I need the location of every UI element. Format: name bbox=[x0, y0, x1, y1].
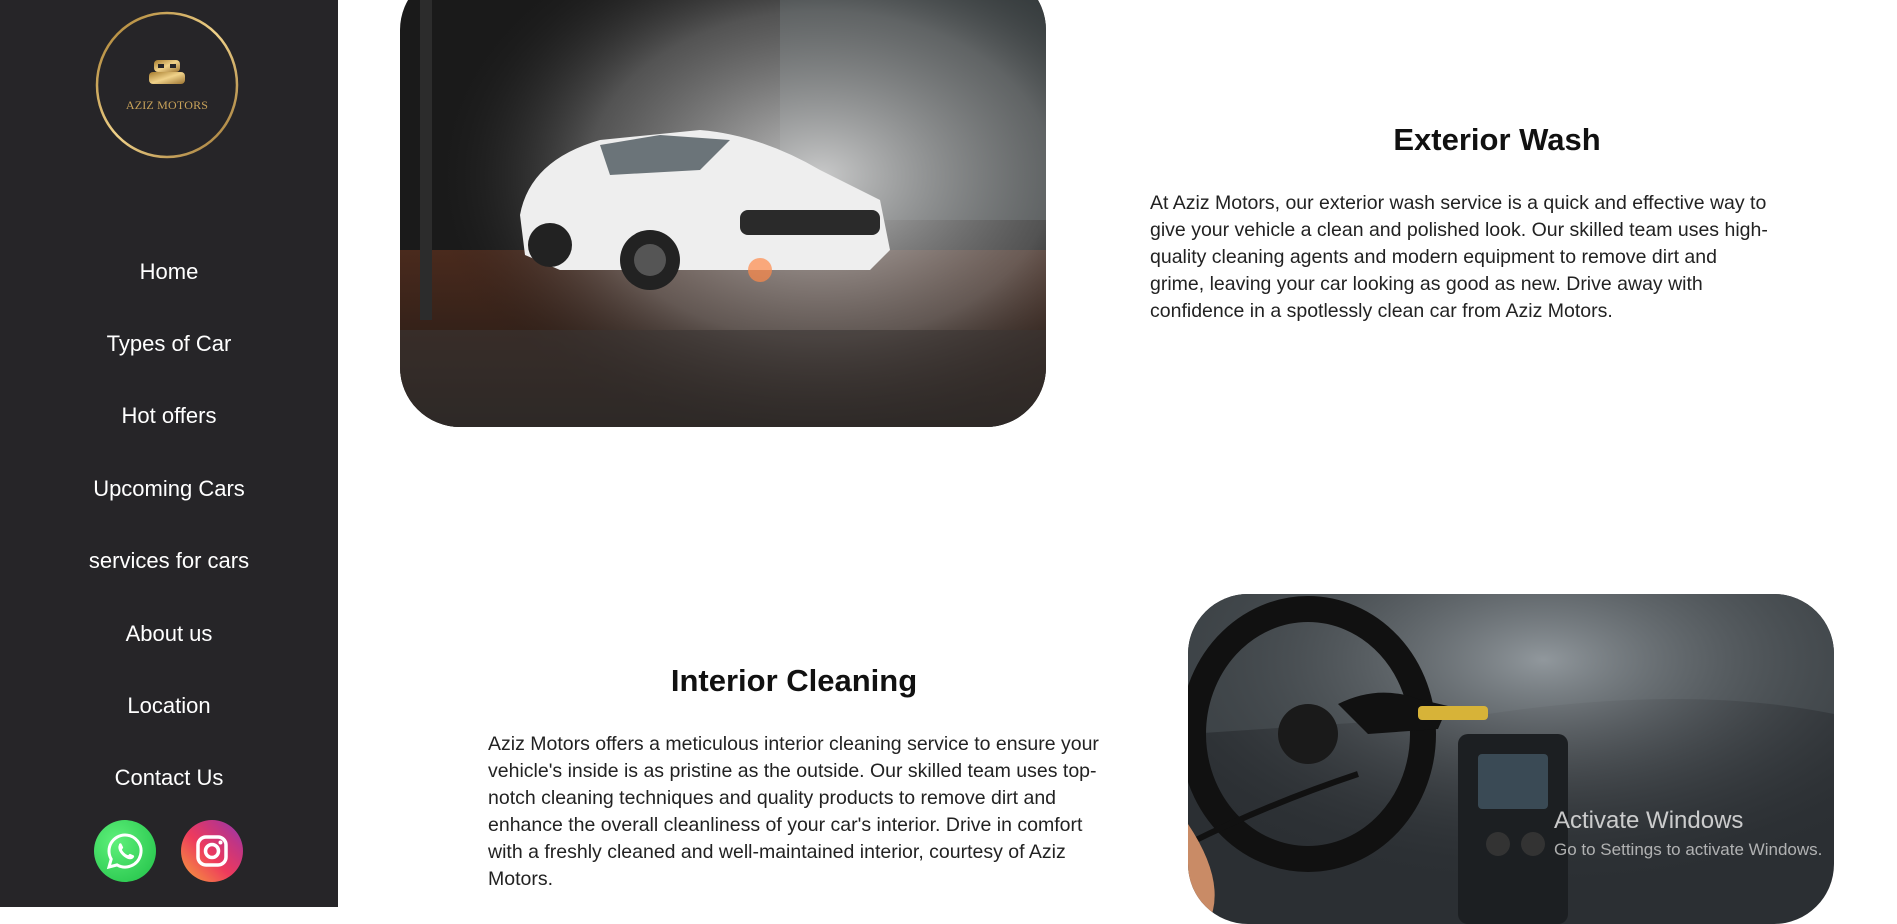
exterior-wash-description: At Aziz Motors, our exterior wash servic… bbox=[1150, 192, 1768, 322]
nav-item-contact-us[interactable]: Contact Us bbox=[0, 763, 338, 793]
nav-item-hot-offers[interactable]: Hot offers bbox=[0, 401, 338, 431]
nav-item-about-us[interactable]: About us bbox=[0, 619, 338, 649]
car-wash-photo-icon bbox=[400, 0, 1046, 427]
nav-item-location[interactable]: Location bbox=[0, 691, 338, 721]
whatsapp-button[interactable] bbox=[94, 820, 156, 882]
instagram-icon bbox=[196, 835, 228, 867]
activate-windows-subtitle: Go to Settings to activate Windows. bbox=[1554, 840, 1823, 859]
exterior-wash-title: Exterior Wash bbox=[1393, 122, 1601, 157]
nav-item-types-of-car[interactable]: Types of Car bbox=[0, 329, 338, 359]
whatsapp-icon bbox=[106, 833, 143, 870]
car-interior-photo-icon bbox=[1188, 594, 1834, 924]
nav-item-services[interactable]: services for cars bbox=[0, 546, 338, 576]
logo-ring-icon bbox=[95, 11, 239, 159]
nav-item-upcoming-cars[interactable]: Upcoming Cars bbox=[0, 474, 338, 504]
interior-cleaning-description: Aziz Motors offers a meticulous interior… bbox=[488, 733, 1099, 890]
interior-cleaning-title: Interior Cleaning bbox=[670, 663, 918, 698]
activate-windows-title: Activate Windows bbox=[1554, 807, 1744, 834]
sidebar: AZIZ MOTORS Home Types of Car Hot offers… bbox=[0, 0, 338, 907]
logo-text: AZIZ MOTORS bbox=[125, 98, 209, 112]
aziz-motors-logo[interactable]: AZIZ MOTORS bbox=[94, 10, 240, 160]
interior-cleaning-image bbox=[1188, 594, 1834, 924]
instagram-button[interactable] bbox=[181, 820, 243, 882]
nav-item-home[interactable]: Home bbox=[0, 257, 338, 287]
exterior-wash-image bbox=[400, 0, 1046, 427]
